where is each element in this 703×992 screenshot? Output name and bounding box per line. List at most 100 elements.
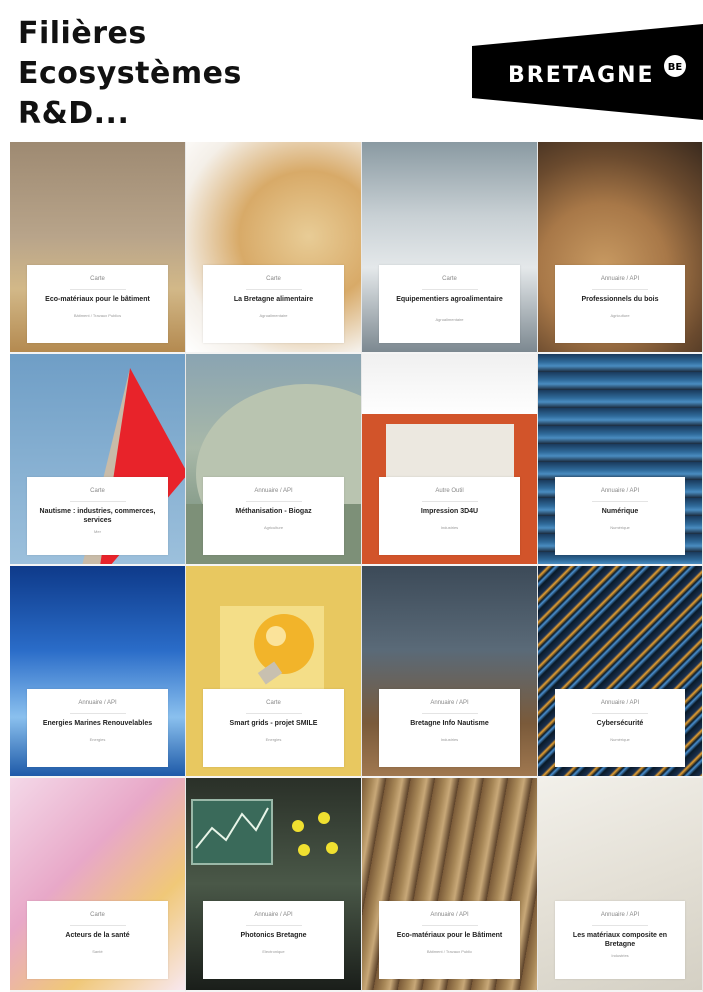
tile-bretagne-info-nautisme[interactable]: Annuaire / API Bretagne Info Nautisme In…	[362, 566, 538, 778]
tile-title: Cybersécurité	[596, 720, 644, 727]
tile-impression-3d[interactable]: Autre Outil Impression 3D4U Industries	[362, 354, 538, 566]
card-divider	[69, 501, 126, 502]
tile-type: Annuaire / API	[430, 700, 469, 706]
tile-eco-materiaux-batiment[interactable]: Annuaire / API Eco-matériaux pour le Bât…	[362, 778, 538, 992]
tile-card: Annuaire / API Les matériaux composite e…	[555, 901, 685, 979]
tile-type: Annuaire / API	[254, 912, 293, 918]
tile-type: Annuaire / API	[600, 912, 640, 918]
tile-type: Annuaire / API	[78, 700, 117, 706]
title-line-1: Filières	[18, 16, 147, 51]
tile-category: Energies	[89, 737, 106, 742]
tile-type: Carte	[90, 276, 105, 282]
tile-photonics[interactable]: Annuaire / API Photonics Bretagne Electr…	[186, 778, 362, 992]
tile-type: Annuaire / API	[600, 700, 640, 706]
card-divider	[69, 289, 126, 290]
tile-category: Agriculture	[263, 525, 284, 530]
tile-card: Carte Eco-matériaux pour le bâtiment Bât…	[27, 265, 168, 343]
card-divider	[245, 501, 302, 502]
tile-card: Carte Acteurs de la santé Santé	[27, 901, 168, 979]
tile-title: Eco-matériaux pour le Bâtiment	[396, 932, 503, 939]
tile-type: Carte	[90, 912, 105, 918]
tile-bois[interactable]: Annuaire / API Professionnels du bois Ag…	[538, 142, 703, 354]
tile-eco-materiaux[interactable]: Carte Eco-matériaux pour le bâtiment Bât…	[10, 142, 186, 354]
card-divider	[592, 501, 648, 502]
tile-card: Carte Nautisme : industries, commerces, …	[27, 477, 168, 555]
tile-title: Photonics Bretagne	[240, 932, 307, 939]
tile-smart-grids[interactable]: Carte Smart grids - projet SMILE Energie…	[186, 566, 362, 778]
bretagne-logo[interactable]: BRETAGNE BE	[472, 24, 703, 120]
tile-title: Professionnels du bois	[581, 296, 659, 303]
tile-type: Autre Outil	[435, 488, 464, 494]
tile-type: Annuaire / API	[600, 488, 640, 494]
tile-type: Carte	[266, 700, 281, 706]
logo-badge: BE	[668, 62, 683, 73]
card-divider	[69, 713, 126, 714]
card-divider	[69, 925, 126, 926]
card-divider	[592, 925, 648, 926]
tile-numerique[interactable]: Annuaire / API Numérique Numérique	[538, 354, 703, 566]
tile-card: Annuaire / API Bretagne Info Nautisme In…	[379, 689, 520, 767]
card-divider	[245, 289, 302, 290]
tile-title: Energies Marines Renouvelables	[42, 720, 153, 727]
title-line-2: Ecosystèmes	[18, 56, 242, 91]
tile-type: Carte	[442, 276, 457, 282]
card-divider	[592, 289, 648, 290]
tile-title: Eco-matériaux pour le bâtiment	[45, 296, 150, 303]
tile-title: Numérique	[601, 508, 639, 515]
tile-card: Carte La Bretagne alimentaire Agroalimen…	[203, 265, 344, 343]
tile-card: Annuaire / API Eco-matériaux pour le Bât…	[379, 901, 520, 979]
tile-category: Electronique	[262, 949, 285, 954]
tile-title: Méthanisation - Biogaz	[235, 508, 312, 515]
tile-category: Agroalimentaire	[435, 317, 464, 322]
logo-text: BRETAGNE	[508, 63, 655, 88]
tile-title: Les matériaux composite en Bretagne	[572, 932, 668, 948]
tile-category: Agriculture	[610, 313, 630, 318]
tile-category: Industries	[440, 525, 459, 530]
tile-card: Annuaire / API Cybersécurité Numérique	[555, 689, 685, 767]
tile-card: Annuaire / API Photonics Bretagne Electr…	[203, 901, 344, 979]
tile-type: Annuaire / API	[430, 912, 469, 918]
tile-category: Agroalimentaire	[259, 313, 288, 318]
tile-bretagne-alimentaire[interactable]: Carte La Bretagne alimentaire Agroalimen…	[186, 142, 362, 354]
tile-card: Annuaire / API Méthanisation - Biogaz Ag…	[203, 477, 344, 555]
tile-card: Annuaire / API Energies Marines Renouvel…	[27, 689, 168, 767]
tile-type: Carte	[90, 488, 105, 494]
tile-materiaux-composite[interactable]: Annuaire / API Les matériaux composite e…	[538, 778, 703, 992]
tile-type: Annuaire / API	[600, 276, 640, 282]
tile-category: Industries	[611, 953, 629, 958]
tile-category: Energies	[265, 737, 282, 742]
card-divider	[421, 925, 478, 926]
tile-category: Numérique	[610, 525, 630, 530]
tile-title: Smart grids - projet SMILE	[229, 720, 318, 727]
tile-card: Carte Smart grids - projet SMILE Energie…	[203, 689, 344, 767]
tile-category: Bâtiment / Travaux Public	[426, 949, 473, 954]
tile-title: Impression 3D4U	[420, 508, 479, 515]
tile-title: Nautisme : industries, commerces, servic…	[39, 508, 156, 524]
card-divider	[421, 289, 478, 290]
title-line-3: R&D...	[18, 96, 130, 131]
tile-card: Annuaire / API Professionnels du bois Ag…	[555, 265, 685, 343]
tile-type: Annuaire / API	[254, 488, 293, 494]
tile-nautisme[interactable]: Carte Nautisme : industries, commerces, …	[10, 354, 186, 566]
tile-type: Carte	[266, 276, 281, 282]
page-title: Filières Ecosystèmes R&D...	[18, 14, 242, 134]
tile-grid: Carte Eco-matériaux pour le bâtiment Bât…	[10, 142, 703, 992]
tile-cybersecurite[interactable]: Annuaire / API Cybersécurité Numérique	[538, 566, 703, 778]
card-divider	[245, 713, 302, 714]
tile-title: Acteurs de la santé	[65, 932, 130, 939]
tile-equipementiers[interactable]: Carte Equipementiers agroalimentaire Agr…	[362, 142, 538, 354]
tile-energies-marines[interactable]: Annuaire / API Energies Marines Renouvel…	[10, 566, 186, 778]
tile-methanisation[interactable]: Annuaire / API Méthanisation - Biogaz Ag…	[186, 354, 362, 566]
card-divider	[421, 713, 478, 714]
tile-title: Equipementiers agroalimentaire	[396, 296, 503, 303]
tile-acteurs-sante[interactable]: Carte Acteurs de la santé Santé	[10, 778, 186, 992]
card-divider	[245, 925, 302, 926]
tile-category: Numérique	[610, 737, 630, 742]
tile-category: Industries	[440, 737, 459, 742]
tile-title: Bretagne Info Nautisme	[410, 720, 489, 727]
card-divider	[421, 501, 478, 502]
tile-category: Santé	[92, 949, 103, 954]
tile-card: Annuaire / API Numérique Numérique	[555, 477, 685, 555]
page-header: Filières Ecosystèmes R&D... BRETAGNE BE	[0, 0, 703, 142]
tile-category: Bâtiment / Travaux Publics	[73, 313, 122, 318]
